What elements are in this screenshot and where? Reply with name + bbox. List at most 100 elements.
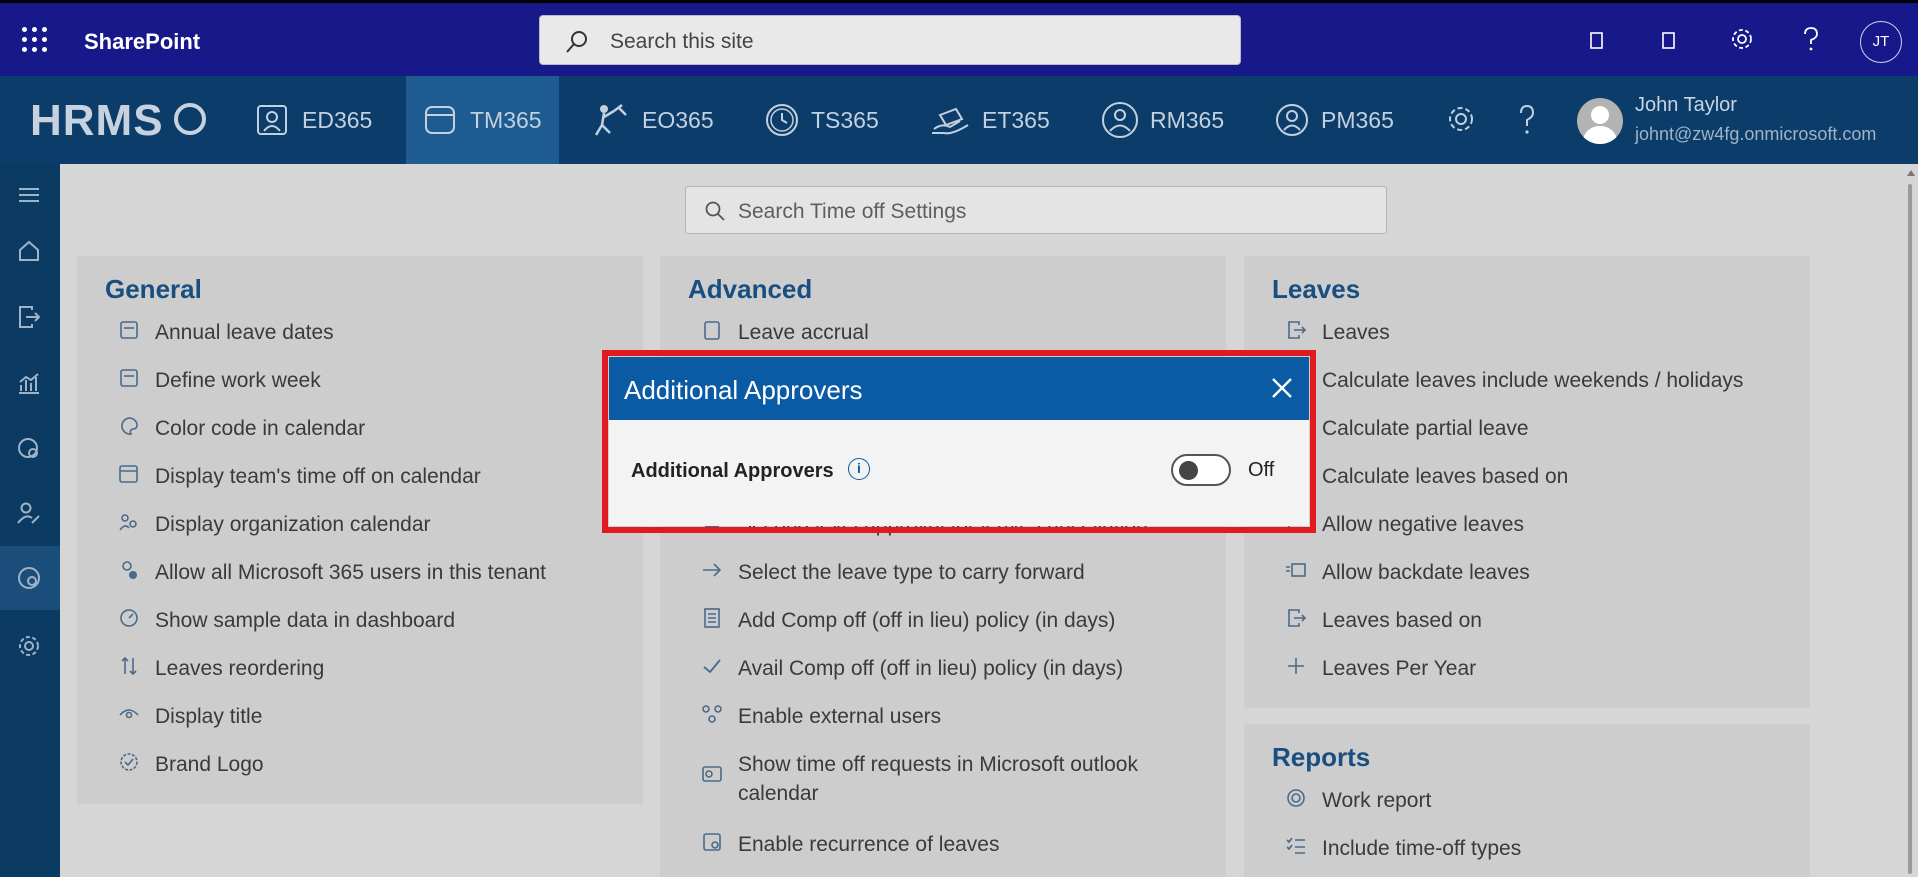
home-icon[interactable] [14, 236, 44, 266]
time-off-settings-icon [18, 567, 40, 589]
user-name: John Taylor [1635, 94, 1737, 116]
user-avatar[interactable]: JT [1860, 21, 1902, 63]
setting-display-organization-calendar[interactable]: Display organization calendar [117, 510, 431, 539]
app-settings-gear-icon[interactable] [1444, 102, 1478, 136]
module-tab-ts365[interactable]: TS365 [763, 76, 893, 164]
setting-label: Brand Logo [155, 753, 264, 776]
nav-item-time-off-settings[interactable] [0, 546, 60, 610]
page-scrollbar[interactable] [1906, 170, 1915, 874]
setting-label: Allow backdate leaves [1322, 561, 1530, 584]
setting-label: Avail Comp off (off in lieu) policy (in … [738, 657, 1124, 680]
setting-avail-comp-off-policy[interactable]: Avail Comp off (off in lieu) policy (in … [700, 654, 1123, 683]
organization-icon [119, 514, 137, 531]
people-network-icon [702, 705, 722, 723]
setting-allow-all-microsoft-365-users[interactable]: Allow all Microsoft 365 users in this te… [117, 558, 546, 587]
setting-label: Allow all Microsoft 365 users in this te… [155, 561, 547, 584]
app-launcher-icon[interactable] [22, 27, 48, 53]
setting-leaves-based-on[interactable]: Leaves based on [1284, 606, 1482, 635]
setting-calc-leaves-based-on[interactable]: Calculate leaves based on [1284, 462, 1568, 491]
settings-search-box[interactable]: Search Time off Settings [685, 186, 1387, 234]
setting-leave-accrual[interactable]: Leave accrual [700, 318, 869, 347]
module-tab-et365[interactable]: ET365 [930, 76, 1060, 164]
dialog-header: Additional Approvers [609, 357, 1309, 420]
setting-enable-recurrence[interactable]: Enable recurrence of leaves [700, 830, 1000, 859]
expense-tracker-icon [932, 107, 969, 135]
setting-calc-include-weekends[interactable]: Calculate leaves include weekends / holi… [1284, 366, 1743, 395]
setting-carry-forward-leave-type[interactable]: Select the leave type to carry forward [700, 558, 1085, 587]
setting-work-report[interactable]: Work report [1284, 786, 1431, 815]
sharepoint-title[interactable]: SharePoint [84, 29, 200, 55]
setting-enable-external-users[interactable]: Enable external users [700, 702, 941, 731]
calendar-icon [120, 369, 138, 387]
analytics-icon[interactable] [14, 368, 44, 398]
setting-color-code-in-calendar[interactable]: Color code in calendar [117, 414, 365, 443]
menu-hamburger-icon[interactable] [14, 180, 44, 210]
setting-annual-leave-dates[interactable]: Annual leave dates [117, 318, 334, 347]
general-panel-title: General [105, 274, 202, 304]
help-icon[interactable] [1800, 25, 1822, 53]
settings-gear-icon[interactable] [1728, 25, 1756, 53]
setting-label: Leaves reordering [155, 657, 325, 680]
module-tab-ed365[interactable]: ED365 [254, 76, 404, 164]
setting-label: Include time-off types [1322, 837, 1522, 860]
user-email: johnt@zw4fg.onmicrosoft.com [1635, 124, 1877, 144]
setting-allow-negative-leaves[interactable]: Allow negative leaves [1284, 510, 1524, 539]
close-icon[interactable] [1267, 373, 1297, 403]
sign-out-icon[interactable] [14, 302, 44, 332]
employee-directory-icon [257, 105, 287, 135]
advanced-panel-title: Advanced [688, 274, 813, 304]
setting-show-sample-data[interactable]: Show sample data in dashboard [117, 606, 455, 635]
toggle-knob [1179, 461, 1198, 480]
setting-allow-backdate-leaves[interactable]: Allow backdate leaves [1284, 558, 1530, 587]
toggle-state-label: Off [1248, 459, 1275, 481]
setting-leaves[interactable]: Leaves [1284, 318, 1390, 347]
setting-calc-partial-leave[interactable]: Calculate partial leave [1284, 414, 1529, 443]
module-tab-pm365[interactable]: PM365 [1273, 76, 1403, 164]
setting-leaves-per-year[interactable]: Leaves Per Year [1284, 654, 1476, 683]
dashboard-gauge-icon [120, 609, 138, 627]
settings-search-placeholder: Search Time off Settings [738, 200, 967, 223]
additional-approvers-label: Additional Approvers [631, 460, 834, 482]
performance-icon [1276, 104, 1308, 136]
badge-check-icon [120, 753, 138, 771]
document-icon[interactable] [1660, 27, 1678, 53]
site-search-box[interactable]: Search this site [539, 15, 1241, 65]
setting-label: Enable external users [738, 705, 942, 728]
settings-icon[interactable] [14, 631, 44, 661]
checkmark-icon [703, 659, 721, 674]
calendar-team-icon [119, 465, 138, 483]
module-tab-label: TM365 [470, 106, 542, 133]
setting-label: Leaves [1322, 321, 1390, 344]
setting-show-in-outlook-calendar[interactable]: Show time off requests in Microsoft outl… [700, 750, 1170, 808]
module-tab-eo365[interactable]: EO365 [592, 76, 722, 164]
additional-approvers-toggle[interactable] [1171, 454, 1231, 486]
module-tab-tm365[interactable]: TM365 [406, 76, 559, 164]
timesheet-clock-icon [766, 104, 798, 136]
setting-brand-logo[interactable]: Brand Logo [117, 750, 264, 779]
setting-label: Enable recurrence of leaves [738, 833, 1000, 856]
setting-leaves-reordering[interactable]: Leaves reordering [117, 654, 324, 683]
app-help-icon[interactable] [1516, 102, 1538, 136]
info-icon[interactable]: i [848, 458, 870, 480]
user-profile-avatar[interactable] [1577, 98, 1623, 144]
report-icon [1287, 789, 1305, 807]
user-management-icon[interactable] [14, 498, 44, 528]
setting-label: Show time off requests in Microsoft outl… [738, 753, 1138, 805]
search-icon [705, 201, 725, 221]
setting-display-team-time-off[interactable]: Display team's time off on calendar [117, 462, 481, 491]
hrms-logo: HRMS [30, 96, 164, 145]
setting-display-title[interactable]: Display title [117, 702, 262, 731]
notebook-icon[interactable] [1588, 27, 1606, 53]
module-tab-rm365[interactable]: RM365 [1100, 76, 1230, 164]
globe-settings-icon[interactable] [14, 434, 44, 464]
recruitment-icon [1102, 102, 1138, 138]
arrow-right-icon [703, 563, 722, 577]
setting-define-work-week[interactable]: Define work week [117, 366, 321, 395]
outlook-calendar-icon [702, 766, 722, 782]
setting-add-comp-off-policy[interactable]: Add Comp off (off in lieu) policy (in da… [700, 606, 1115, 635]
leaves-panel-title: Leaves [1272, 274, 1361, 304]
leave-out-icon [1288, 609, 1307, 627]
setting-include-time-off-types[interactable]: Include time-off types [1284, 834, 1521, 863]
reports-panel-title: Reports [1272, 742, 1371, 772]
clipboard-icon [704, 321, 720, 340]
